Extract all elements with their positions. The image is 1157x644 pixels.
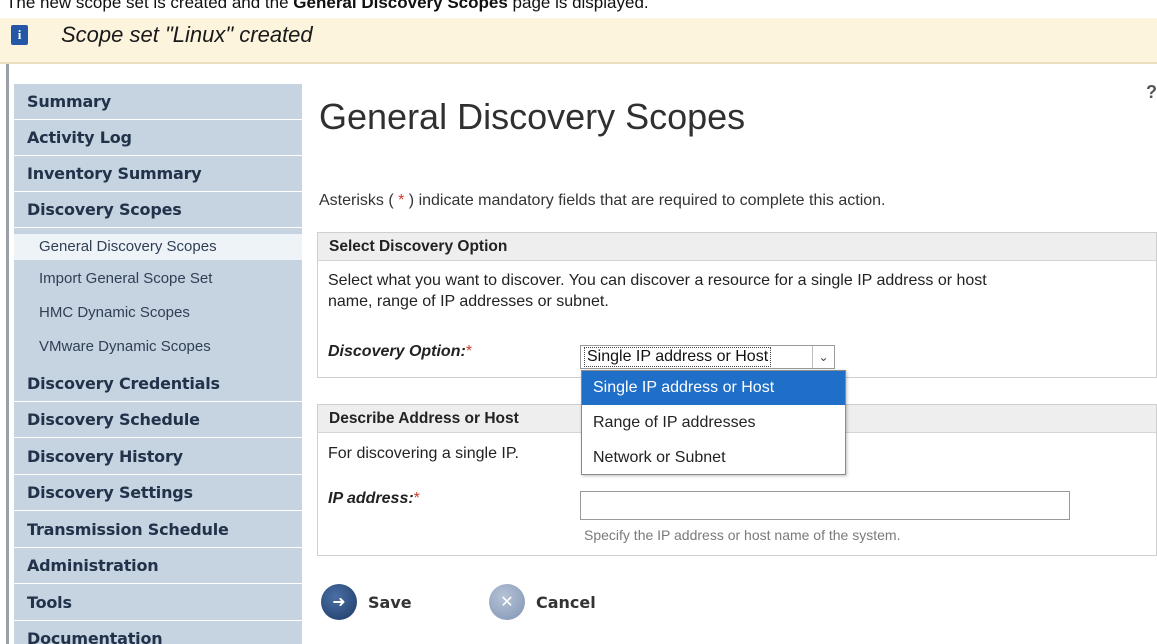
status-banner: i Scope set "Linux" created bbox=[0, 18, 1157, 64]
caption-text: The new scope set is created and the Gen… bbox=[6, 0, 649, 13]
frame-border bbox=[6, 64, 9, 644]
caption-before: The new scope set is created and the bbox=[6, 0, 294, 12]
caption-bold: General Discovery Scopes bbox=[293, 0, 508, 12]
mandatory-note: Asterisks ( * ) indicate mandatory field… bbox=[319, 192, 886, 210]
close-icon: ✕ bbox=[489, 584, 525, 620]
select-option-description: Select what you want to discover. You ca… bbox=[328, 270, 987, 312]
required-asterisk: * bbox=[465, 343, 473, 360]
sidebar-item-inventory-summary[interactable]: Inventory Summary bbox=[14, 156, 302, 192]
discovery-option-selected-value: Single IP address or Host bbox=[583, 347, 772, 367]
sidebar-item-discovery-scopes[interactable]: Discovery Scopes bbox=[14, 192, 302, 228]
ip-address-input[interactable] bbox=[580, 491, 1070, 520]
info-icon: i bbox=[11, 25, 28, 45]
select-option-heading: Select Discovery Option bbox=[318, 233, 1156, 261]
discovery-option-dropdown: Single IP address or Host Range of IP ad… bbox=[581, 370, 846, 475]
select-option-description-line2: name, range of IP addresses or subnet. bbox=[328, 293, 609, 310]
sidebar-subitem-hmc-dynamic-scopes[interactable]: HMC Dynamic Scopes bbox=[14, 300, 302, 326]
save-button[interactable]: ➜ Save bbox=[321, 583, 412, 621]
sidebar-item-summary[interactable]: Summary bbox=[14, 84, 302, 120]
discovery-option-label: Discovery Option:* bbox=[328, 343, 472, 361]
dropdown-option-single-ip[interactable]: Single IP address or Host bbox=[582, 371, 845, 405]
dropdown-option-range[interactable]: Range of IP addresses bbox=[582, 406, 845, 440]
sidebar-item-activity-log[interactable]: Activity Log bbox=[14, 120, 302, 156]
help-icon[interactable]: ? bbox=[1146, 82, 1157, 103]
ip-address-label: IP address:* bbox=[328, 490, 420, 508]
discovery-option-select[interactable]: Single IP address or Host ⌄ bbox=[580, 345, 835, 369]
banner-message: Scope set "Linux" created bbox=[61, 22, 313, 47]
sidebar-item-documentation[interactable]: Documentation bbox=[14, 621, 302, 644]
sidebar-item-discovery-history[interactable]: Discovery History bbox=[14, 439, 302, 475]
sidebar-item-discovery-credentials[interactable]: Discovery Credentials bbox=[14, 366, 302, 402]
sidebar-item-transmission-schedule[interactable]: Transmission Schedule bbox=[14, 512, 302, 548]
cancel-button-label: Cancel bbox=[536, 592, 596, 612]
cancel-button[interactable]: ✕ Cancel bbox=[489, 583, 596, 621]
required-asterisk: * bbox=[413, 490, 420, 507]
sidebar: Summary Activity Log Inventory Summary D… bbox=[14, 84, 302, 644]
note-prefix: Asterisks ( bbox=[319, 192, 399, 209]
note-suffix: ) indicate mandatory fields that are req… bbox=[404, 192, 886, 209]
sidebar-item-tools[interactable]: Tools bbox=[14, 585, 302, 621]
sidebar-item-administration[interactable]: Administration bbox=[14, 548, 302, 584]
sidebar-subitem-vmware-dynamic-scopes[interactable]: VMware Dynamic Scopes bbox=[14, 334, 302, 360]
sidebar-item-discovery-schedule[interactable]: Discovery Schedule bbox=[14, 402, 302, 438]
page-title: General Discovery Scopes bbox=[319, 96, 746, 137]
ip-address-hint: Specify the IP address or host name of t… bbox=[584, 527, 901, 543]
sidebar-item-discovery-settings[interactable]: Discovery Settings bbox=[14, 475, 302, 511]
select-option-description-line1: Select what you want to discover. You ca… bbox=[328, 272, 987, 289]
discovery-option-label-text: Discovery Option: bbox=[328, 343, 466, 360]
caption-after: page is displayed. bbox=[507, 0, 649, 12]
arrow-right-icon: ➜ bbox=[321, 584, 357, 620]
ip-address-label-text: IP address: bbox=[328, 490, 414, 507]
save-button-label: Save bbox=[368, 592, 412, 612]
sidebar-subitem-general-discovery-scopes[interactable]: General Discovery Scopes bbox=[14, 234, 302, 260]
dropdown-option-network[interactable]: Network or Subnet bbox=[582, 441, 845, 475]
sidebar-subitem-import-general-scope-set[interactable]: Import General Scope Set bbox=[14, 266, 302, 292]
describe-address-description: For discovering a single IP. bbox=[328, 445, 519, 462]
chevron-down-icon[interactable]: ⌄ bbox=[812, 346, 834, 368]
